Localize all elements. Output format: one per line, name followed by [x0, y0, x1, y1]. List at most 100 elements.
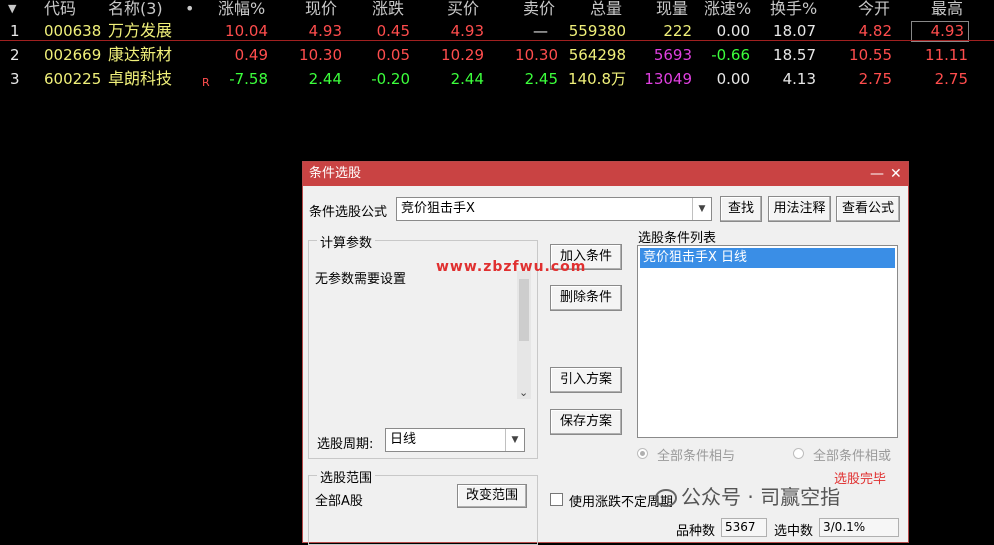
- scroll-down-icon[interactable]: ⌄: [519, 386, 528, 399]
- list-item[interactable]: 竞价狙击手X 日线: [640, 248, 895, 268]
- col-header-bid[interactable]: 买价: [447, 0, 479, 20]
- chg-pct: -7.58: [229, 70, 268, 88]
- selected-label: 选中数: [774, 524, 814, 539]
- radio-all-and[interactable]: [637, 448, 648, 459]
- current-volume: 13049: [644, 70, 692, 88]
- find-button[interactable]: 查找: [720, 196, 762, 222]
- open: 2.75: [858, 70, 892, 88]
- table-row[interactable]: 1 000638 万方发展 10.04 4.93 0.45 4.93 — 559…: [0, 20, 994, 42]
- wechat-watermark: 公众号 · 司赢空指: [655, 481, 840, 510]
- turnover: 4.13: [782, 70, 816, 88]
- radio-all-or[interactable]: [793, 448, 804, 459]
- col-header-speed[interactable]: 涨速%: [704, 0, 751, 20]
- price: 4.93: [308, 22, 342, 40]
- scope-value: 全部A股: [315, 494, 363, 509]
- scope-group-label: 选股范围: [317, 467, 376, 486]
- period-select[interactable]: 日线 ▼: [385, 428, 525, 452]
- dialog-title: 条件选股: [309, 166, 362, 181]
- row-separator: [0, 40, 994, 41]
- wechat-watermark-text: 公众号 · 司赢空指: [681, 485, 841, 509]
- header-dot: •: [185, 0, 195, 18]
- radio-all-and-label: 全部条件相与: [657, 449, 736, 464]
- col-header-cur-vol[interactable]: 现量: [656, 0, 688, 20]
- selected-value: 3/0.1%: [819, 518, 899, 537]
- current-volume: 222: [663, 22, 692, 40]
- ask: 2.45: [524, 70, 558, 88]
- chg: 0.45: [376, 22, 410, 40]
- volume: 564298: [568, 46, 626, 64]
- col-header-price[interactable]: 现价: [305, 0, 337, 20]
- col-header-code[interactable]: 代码: [44, 0, 76, 20]
- scrollbar-thumb[interactable]: [519, 279, 529, 341]
- open: 4.82: [858, 22, 892, 40]
- turnover: 18.57: [773, 46, 816, 64]
- sort-arrow-icon[interactable]: ▼: [8, 0, 16, 20]
- table-row[interactable]: 2 002669 康达新材 0.49 10.30 0.05 10.29 10.3…: [0, 44, 994, 66]
- col-header-open[interactable]: 今开: [858, 0, 890, 20]
- price: 2.44: [308, 70, 342, 88]
- col-header-turnover[interactable]: 换手%: [770, 0, 817, 20]
- col-header-high[interactable]: 最高: [931, 0, 963, 20]
- import-plan-button[interactable]: 引入方案: [550, 367, 622, 393]
- row-index: 3: [10, 70, 20, 88]
- price: 10.30: [299, 46, 342, 64]
- count-label: 品种数: [676, 524, 716, 539]
- status-text: 选股完毕: [834, 472, 887, 487]
- chg: -0.20: [371, 70, 410, 88]
- chg-pct: 10.04: [225, 22, 268, 40]
- stock-code: 002669: [44, 46, 102, 64]
- stock-name: 卓朗科技: [108, 69, 173, 88]
- stock-code: 000638: [44, 22, 102, 40]
- dialog-title-bar[interactable]: 条件选股 — ✕: [303, 162, 908, 186]
- params-text: 无参数需要设置: [315, 272, 407, 287]
- row-index: 2: [10, 46, 20, 64]
- row-index: 1: [10, 22, 20, 40]
- volume: 559380: [568, 22, 626, 40]
- formula-value: 竞价狙击手X: [401, 201, 475, 216]
- chg: 0.05: [376, 46, 410, 64]
- condition-list[interactable]: 竞价狙击手X 日线: [637, 245, 898, 438]
- save-plan-button[interactable]: 保存方案: [550, 409, 622, 435]
- col-header-vol[interactable]: 总量: [590, 0, 622, 20]
- view-formula-button[interactable]: 查看公式: [836, 196, 900, 222]
- turnover: 18.07: [773, 22, 816, 40]
- col-header-ask[interactable]: 卖价: [523, 0, 555, 20]
- high: 11.11: [925, 46, 968, 64]
- bid: 4.93: [450, 22, 484, 40]
- radio-all-or-label: 全部条件相或: [813, 449, 892, 464]
- chevron-down-icon[interactable]: ▼: [505, 429, 524, 451]
- ask: —: [533, 22, 548, 40]
- col-header-chg-pct[interactable]: 涨幅%: [218, 0, 265, 20]
- quote-header-row: ▼ 代码 名称(3) • 涨幅% 现价 涨跌 买价 卖价 总量 现量 涨速% 换…: [0, 0, 994, 20]
- stock-name: 康达新材: [108, 45, 173, 64]
- col-header-name[interactable]: 名称(3): [108, 0, 163, 20]
- high: 4.93: [930, 22, 964, 40]
- stock-code: 600225: [44, 70, 102, 88]
- usage-notes-button[interactable]: 用法注释: [768, 196, 831, 222]
- table-row[interactable]: 3 600225 卓朗科技 R -7.58 2.44 -0.20 2.44 2.…: [0, 68, 994, 90]
- scope-group: 选股范围 全部A股 改变范围: [308, 467, 538, 545]
- high: 2.75: [934, 70, 968, 88]
- site-watermark: www.zbzfwu.com: [436, 259, 587, 275]
- period-value: 日线: [390, 432, 417, 447]
- speed: -0.66: [711, 46, 750, 64]
- speed: 0.00: [716, 22, 750, 40]
- speed: 0.00: [716, 70, 750, 88]
- period-label: 选股周期:: [317, 437, 374, 452]
- chg-pct: 0.49: [234, 46, 268, 64]
- wechat-icon: [655, 489, 677, 507]
- params-scrollbar[interactable]: ⌄: [517, 271, 531, 399]
- count-value: 5367: [721, 518, 767, 537]
- change-scope-button[interactable]: 改变范围: [457, 484, 527, 508]
- volume: 140.8万: [568, 70, 626, 88]
- open: 10.55: [849, 46, 892, 64]
- close-icon[interactable]: ✕: [890, 162, 902, 186]
- delete-condition-button[interactable]: 删除条件: [550, 285, 622, 311]
- formula-select[interactable]: 竞价狙击手X ▼: [396, 197, 712, 221]
- minimize-icon[interactable]: —: [870, 162, 884, 186]
- chevron-down-icon[interactable]: ▼: [692, 198, 711, 220]
- rights-flag: R: [202, 76, 210, 89]
- stock-name: 万方发展: [108, 21, 173, 40]
- volatile-period-checkbox[interactable]: [550, 493, 563, 506]
- col-header-chg[interactable]: 涨跌: [372, 0, 404, 20]
